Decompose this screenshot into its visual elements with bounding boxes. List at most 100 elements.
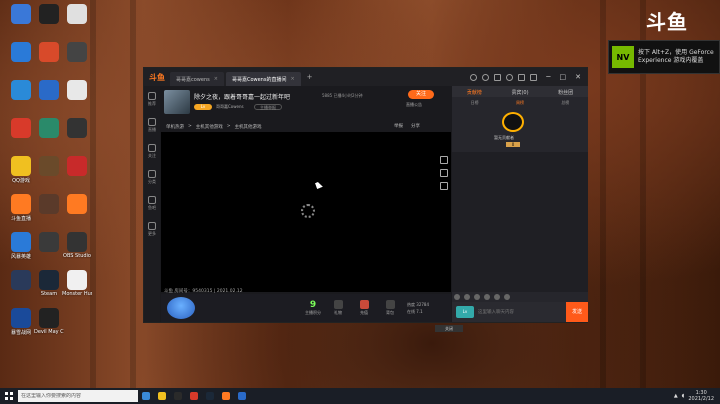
search-input[interactable]	[21, 393, 131, 399]
report-link[interactable]: 举报	[394, 123, 403, 129]
user-avatar-icon[interactable]	[506, 73, 514, 81]
close-icon[interactable]: ×	[290, 76, 294, 82]
streamer-name[interactable]: 哥哥嘉Cowens	[216, 104, 244, 110]
sidebar-item-more[interactable]: 更多	[144, 216, 160, 242]
announcement-link[interactable]: 直播公告	[406, 102, 422, 108]
start-button[interactable]	[0, 388, 18, 404]
chat-input[interactable]	[478, 306, 566, 318]
desktop-shortcut[interactable]	[34, 118, 64, 139]
desktop-shortcut[interactable]	[6, 270, 36, 291]
tab-vip[interactable]: 贵宾(0)	[511, 89, 528, 97]
sidebar-item-fishbar[interactable]: 鱼吧	[144, 190, 160, 216]
desktop-shortcut[interactable]	[34, 232, 64, 253]
desktop-shortcut[interactable]: 斗鱼直播	[6, 194, 36, 222]
recharge-button[interactable]: 充值	[355, 300, 373, 316]
desktop-shortcut[interactable]: 风暴英雄	[6, 232, 36, 260]
desktop-shortcut[interactable]	[6, 42, 36, 63]
maximize-button[interactable]: □	[560, 73, 567, 81]
new-tab-button[interactable]: +	[307, 73, 313, 81]
heart-icon[interactable]	[482, 73, 490, 81]
breadcrumb-item[interactable]: 主机其他游戏	[196, 124, 223, 130]
tab-contribution[interactable]: 贡献榜	[467, 89, 482, 97]
desktop-shortcut[interactable]	[62, 156, 92, 177]
title-bar[interactable]: 斗鱼 哥哥嘉cowens × 哥哥嘉Cowens的直播间 × + ─ □ ✕	[144, 68, 587, 86]
taskbar-app-button[interactable]	[218, 388, 234, 404]
settings-icon[interactable]	[440, 156, 448, 164]
taskbar-app-button[interactable]	[170, 388, 186, 404]
breadcrumb-item[interactable]: 单机热游	[166, 124, 184, 130]
tab-daily[interactable]: 日榜	[471, 100, 479, 105]
desktop-shortcut[interactable]: Devil May Cry 5	[34, 308, 64, 335]
tab-fans[interactable]: 粉丝团	[558, 89, 573, 97]
sidebar-item-recommend[interactable]: 推荐	[144, 86, 160, 112]
close-overlay-button[interactable]: 关闭	[435, 325, 463, 332]
desktop-shortcut[interactable]: QQ游戏	[6, 156, 36, 184]
emoji-icon[interactable]	[454, 294, 460, 300]
desktop-shortcut[interactable]	[6, 118, 36, 139]
taskbar-app-button[interactable]	[202, 388, 218, 404]
desktop-shortcut[interactable]	[34, 194, 64, 215]
report-button[interactable]: 主播举报	[254, 104, 282, 110]
message-icon[interactable]	[518, 73, 526, 81]
bell-icon[interactable]	[494, 294, 500, 300]
stream-stats: 5885 已播4小时2分钟	[322, 93, 363, 98]
close-button[interactable]: ✕	[575, 73, 581, 81]
desktop-shortcut[interactable]	[62, 194, 92, 215]
gift-button[interactable]: 礼物	[329, 300, 347, 316]
desktop-shortcut[interactable]	[62, 4, 92, 25]
taskbar-app-button[interactable]	[138, 388, 154, 404]
filter-icon[interactable]	[484, 294, 490, 300]
desktop-shortcut[interactable]	[6, 4, 36, 25]
history-icon[interactable]	[494, 73, 502, 81]
desktop-shortcut[interactable]	[62, 118, 92, 139]
app-icon	[39, 308, 59, 328]
follow-button[interactable]: 关注	[408, 90, 434, 99]
app-icon	[67, 232, 87, 252]
network-icon[interactable]: ▲	[674, 393, 678, 399]
badge-icon[interactable]	[464, 294, 470, 300]
video-player[interactable]: 关闭	[161, 132, 463, 332]
tab-cowens[interactable]: 哥哥嘉cowens ×	[170, 72, 224, 86]
tab-weekly[interactable]: 周榜	[516, 100, 524, 105]
taskbar-app-button[interactable]	[234, 388, 250, 404]
geforce-notification[interactable]: NV 按下 Alt+Z，使用 GeForce Experience 游戏内覆盖	[608, 40, 720, 74]
sidebar-item-live[interactable]: 直播	[144, 112, 160, 138]
streamer-avatar[interactable]	[164, 90, 190, 114]
chat-messages[interactable]	[452, 152, 588, 292]
app-icon	[206, 392, 214, 400]
clock[interactable]: 1:30 2021/2/12	[688, 390, 714, 402]
taskbar-app-button[interactable]	[154, 388, 170, 404]
share-link[interactable]: 分享	[411, 123, 420, 129]
sidebar-item-follow[interactable]: 关注	[144, 138, 160, 164]
edit-icon[interactable]	[440, 169, 448, 177]
desktop-shortcut[interactable]	[34, 80, 64, 101]
desktop-shortcut[interactable]	[6, 80, 36, 101]
desktop-shortcut[interactable]: OBS Studio	[62, 232, 92, 259]
search-icon[interactable]	[470, 73, 478, 81]
screen-icon[interactable]	[530, 73, 538, 81]
taskbar-app-button[interactable]	[186, 388, 202, 404]
desktop-shortcut[interactable]	[62, 42, 92, 63]
desktop-shortcut[interactable]	[34, 42, 64, 63]
close-icon[interactable]: ×	[214, 76, 218, 82]
desktop-shortcut[interactable]: Monster Hunter	[62, 270, 92, 297]
tab-cowens-room[interactable]: 哥哥嘉Cowens的直播间 ×	[225, 72, 301, 86]
desktop-shortcut[interactable]	[34, 4, 64, 25]
tab-total[interactable]: 总榜	[561, 100, 569, 105]
minimize-button[interactable]: ─	[546, 73, 550, 81]
desktop-shortcut[interactable]: Steam	[34, 270, 64, 297]
mascot-icon[interactable]	[167, 297, 195, 319]
gift-icon[interactable]	[474, 294, 480, 300]
desktop-shortcut[interactable]: 暴雪战网	[6, 308, 36, 336]
volume-icon[interactable]: ◖	[682, 393, 685, 399]
desktop-shortcut[interactable]	[62, 80, 92, 101]
taskbar-search[interactable]	[18, 390, 138, 402]
desktop-shortcut[interactable]	[34, 156, 64, 177]
breadcrumb-item[interactable]: 主机其他游戏	[235, 124, 262, 130]
sidebar-item-category[interactable]: 分类	[144, 164, 160, 190]
record-icon[interactable]	[440, 182, 448, 190]
backpack-button[interactable]: 背包	[381, 300, 399, 316]
curtain-fold	[600, 0, 606, 390]
send-button[interactable]: 发送	[566, 302, 588, 322]
settings-icon[interactable]	[504, 294, 510, 300]
